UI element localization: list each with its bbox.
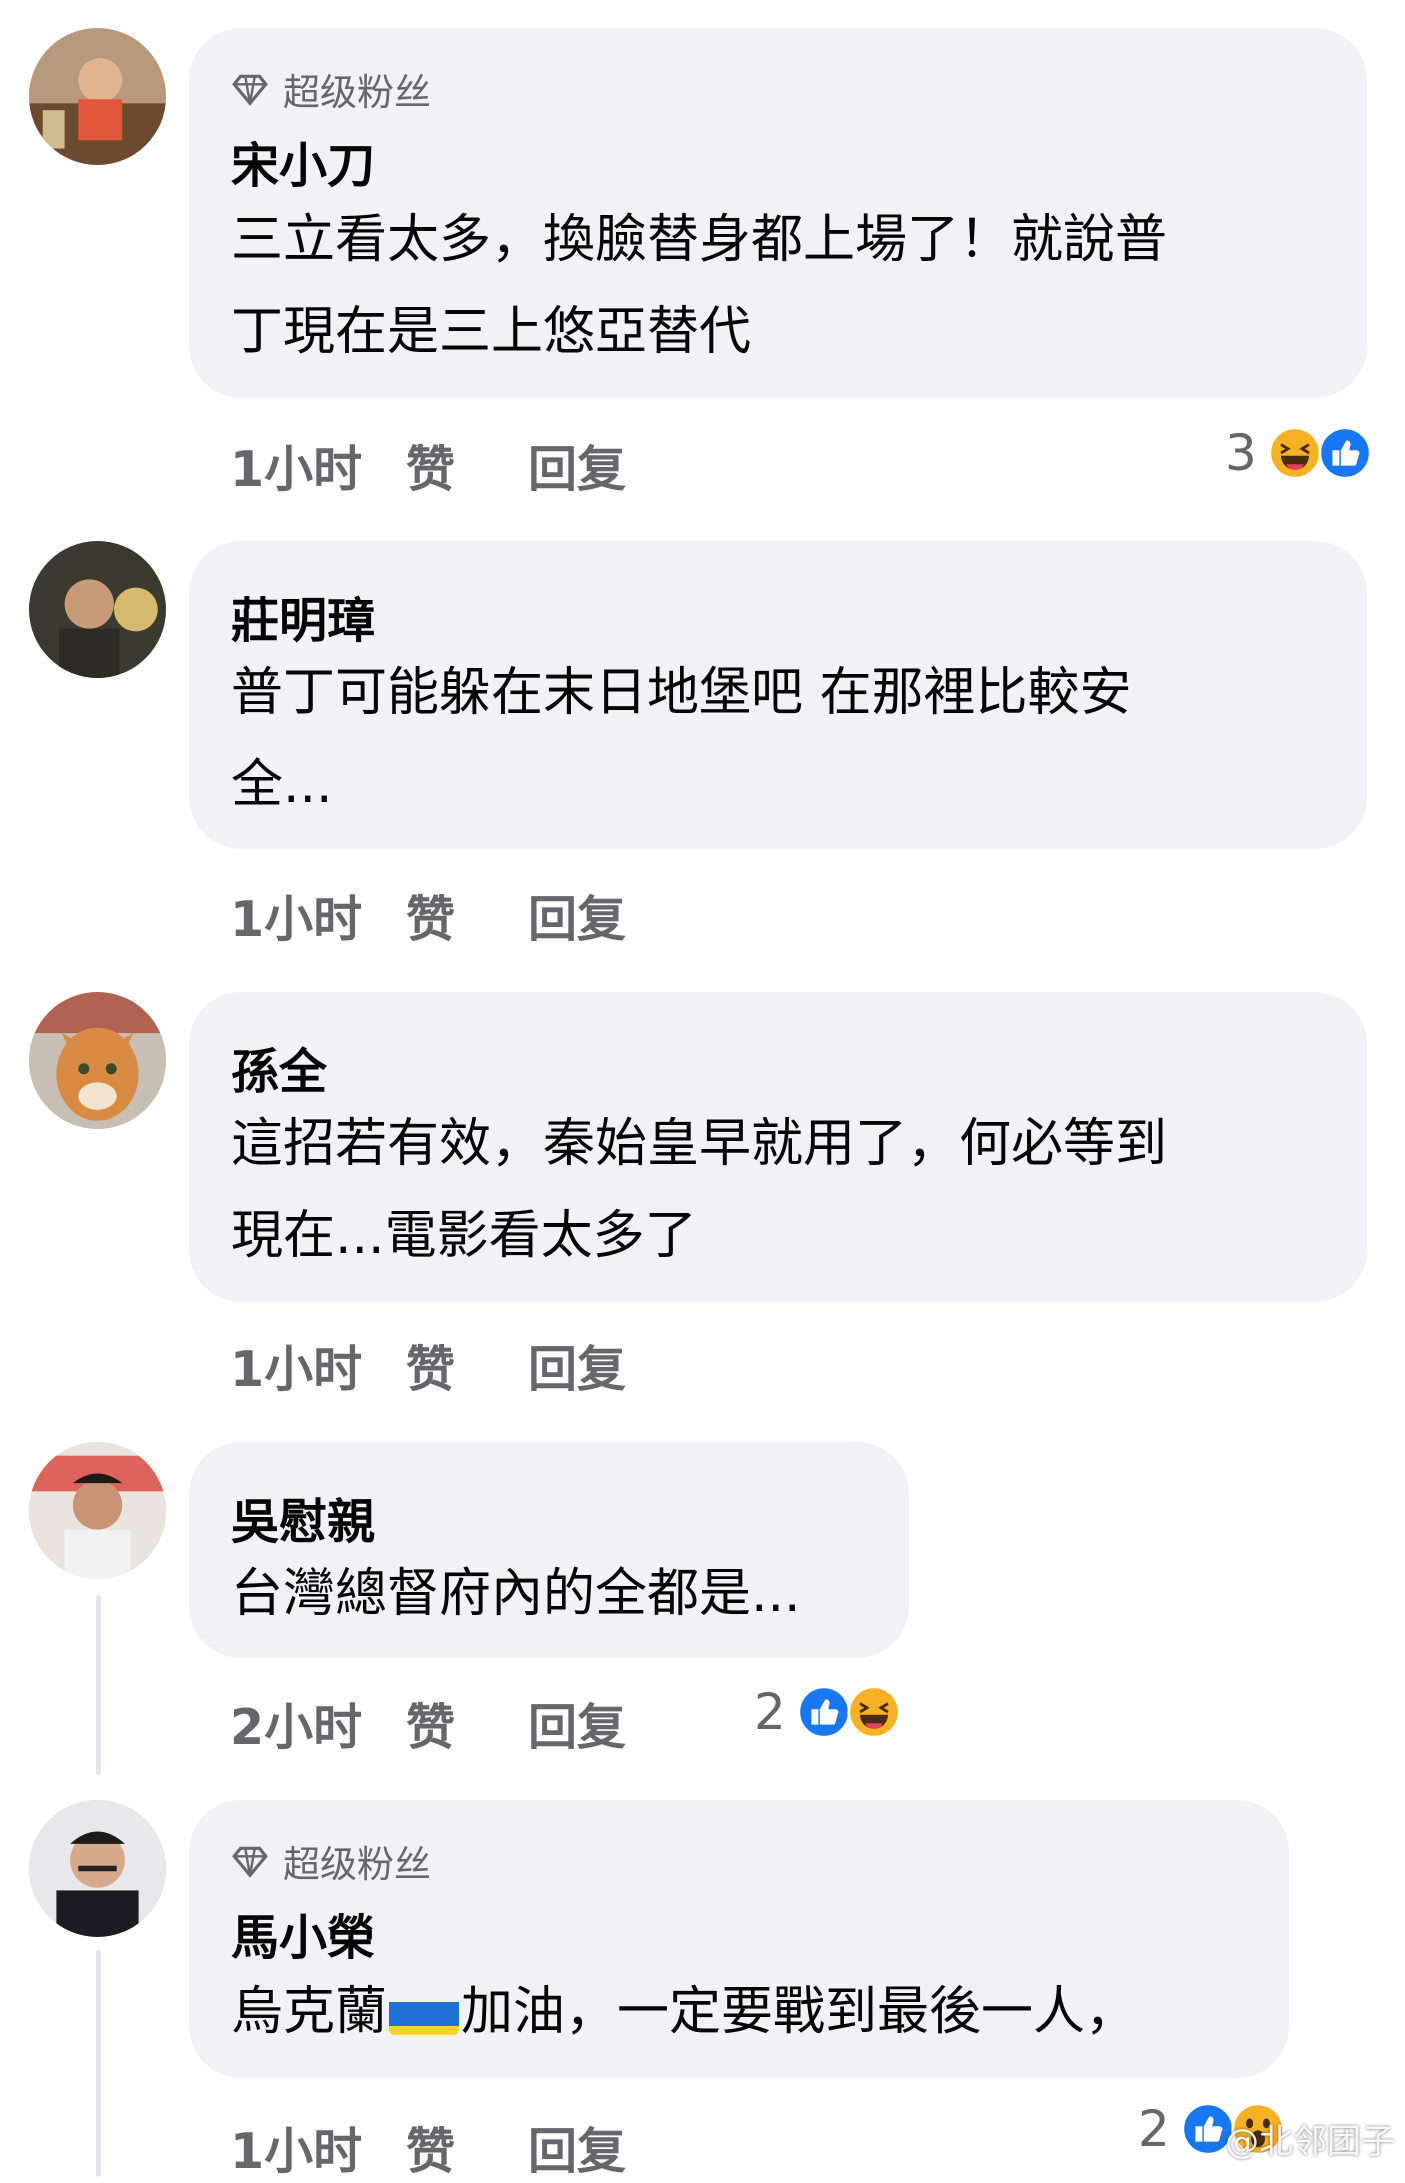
badge-label: 超级粉丝	[283, 71, 431, 114]
like-button[interactable]: 赞	[406, 430, 528, 501]
like-button[interactable]: 赞	[406, 1330, 528, 1401]
comment-bubble: 超级粉丝 馬小榮 烏克蘭 加油，一定要戰到最後一人，	[189, 1800, 1289, 2078]
comment-author[interactable]: 莊明璋	[231, 581, 375, 651]
comment-author[interactable]: 宋小刀	[231, 126, 375, 196]
comment-line: 台灣總督府內的全都是...	[231, 1564, 801, 1624]
comment-line: 三立看太多，換臉替身都上場了！就說普	[231, 210, 1168, 270]
comment-text: 三立看太多，換臉替身都上場了！就說普 丁現在是三上悠亞替代	[231, 194, 1167, 378]
comment-text: 台灣總督府內的全都是...	[231, 1548, 801, 1640]
reaction-summary[interactable]: 2	[754, 1683, 902, 1741]
comment-text-part: 加油，一定要戰到最後一人，	[461, 1982, 1138, 2042]
top-fan-badge: 超级粉丝	[231, 62, 431, 116]
comment-text: 這招若有效，秦始皇早就用了，何必等到 現在...電影看太多了	[231, 1098, 1167, 1282]
reaction-summary[interactable]: 3	[1225, 424, 1373, 482]
haha-icon	[846, 1684, 902, 1740]
reply-button[interactable]: 回复	[528, 1688, 626, 1759]
like-icon	[796, 1684, 852, 1740]
thread-line	[96, 1595, 101, 1775]
reaction-count: 2	[1138, 2100, 1170, 2158]
timestamp[interactable]: 1小时	[230, 1330, 406, 1401]
comment-text: 普丁可能躲在末日地堡吧 在那裡比較安 全...	[231, 647, 1132, 831]
avatar[interactable]	[29, 1800, 166, 1937]
comment-line: 全...	[231, 755, 333, 815]
diamond-icon	[232, 1846, 268, 1878]
comment-author[interactable]: 馬小榮	[231, 1898, 375, 1968]
comment-bubble: 莊明璋 普丁可能躲在末日地堡吧 在那裡比較安 全...	[189, 541, 1367, 849]
badge-label: 超级粉丝	[283, 1843, 431, 1886]
comment-author[interactable]: 孫全	[231, 1032, 327, 1102]
comment-actions: 1小时 赞 回复	[230, 430, 626, 501]
timestamp[interactable]: 2小时	[230, 1688, 406, 1759]
like-button[interactable]: 赞	[406, 1688, 528, 1759]
watermark: @北邻团子	[1225, 2122, 1395, 2162]
reply-button[interactable]: 回复	[528, 1330, 626, 1401]
avatar[interactable]	[29, 28, 166, 165]
comment-actions: 1小时 赞 回复	[230, 880, 626, 951]
comment-bubble: 超级粉丝 宋小刀 三立看太多，換臉替身都上場了！就說普 丁現在是三上悠亞替代	[189, 28, 1367, 398]
reply-button[interactable]: 回复	[528, 2112, 626, 2183]
comment-actions: 2小时 赞 回复	[230, 1688, 626, 1759]
ukraine-flag-icon	[389, 1987, 460, 2035]
comment-text: 烏克蘭 加油，一定要戰到最後一人，	[231, 1966, 1137, 2058]
reaction-count: 3	[1225, 424, 1257, 482]
diamond-icon	[232, 74, 268, 106]
timestamp[interactable]: 1小时	[230, 2112, 406, 2183]
comment-bubble: 孫全 這招若有效，秦始皇早就用了，何必等到 現在...電影看太多了	[189, 992, 1367, 1302]
reaction-count: 2	[754, 1683, 786, 1741]
top-fan-badge: 超级粉丝	[231, 1834, 431, 1888]
comment-bubble: 吳慰親 台灣總督府內的全都是...	[189, 1442, 909, 1658]
like-button[interactable]: 赞	[406, 880, 528, 951]
comment-line: 這招若有效，秦始皇早就用了，何必等到	[231, 1114, 1168, 1174]
comment-line: 丁現在是三上悠亞替代	[231, 302, 752, 362]
avatar[interactable]	[29, 541, 166, 678]
reply-button[interactable]: 回复	[528, 880, 626, 951]
comment-author[interactable]: 吳慰親	[231, 1482, 375, 1552]
avatar[interactable]	[29, 992, 166, 1129]
comment-line: 現在...電影看太多了	[231, 1206, 697, 1266]
like-icon	[1317, 425, 1373, 481]
reply-button[interactable]: 回复	[528, 430, 626, 501]
avatar[interactable]	[29, 1442, 166, 1579]
comment-actions: 1小时 赞 回复	[230, 1330, 626, 1401]
like-button[interactable]: 赞	[406, 2112, 528, 2183]
haha-icon	[1267, 425, 1323, 481]
comment-actions: 1小时 赞 回复	[230, 2112, 626, 2183]
timestamp[interactable]: 1小时	[230, 880, 406, 951]
timestamp[interactable]: 1小时	[230, 430, 406, 501]
comment-line: 普丁可能躲在末日地堡吧 在那裡比較安	[231, 663, 1132, 723]
thread-line	[96, 1950, 101, 2177]
comment-text-part: 烏克蘭	[231, 1982, 388, 2042]
